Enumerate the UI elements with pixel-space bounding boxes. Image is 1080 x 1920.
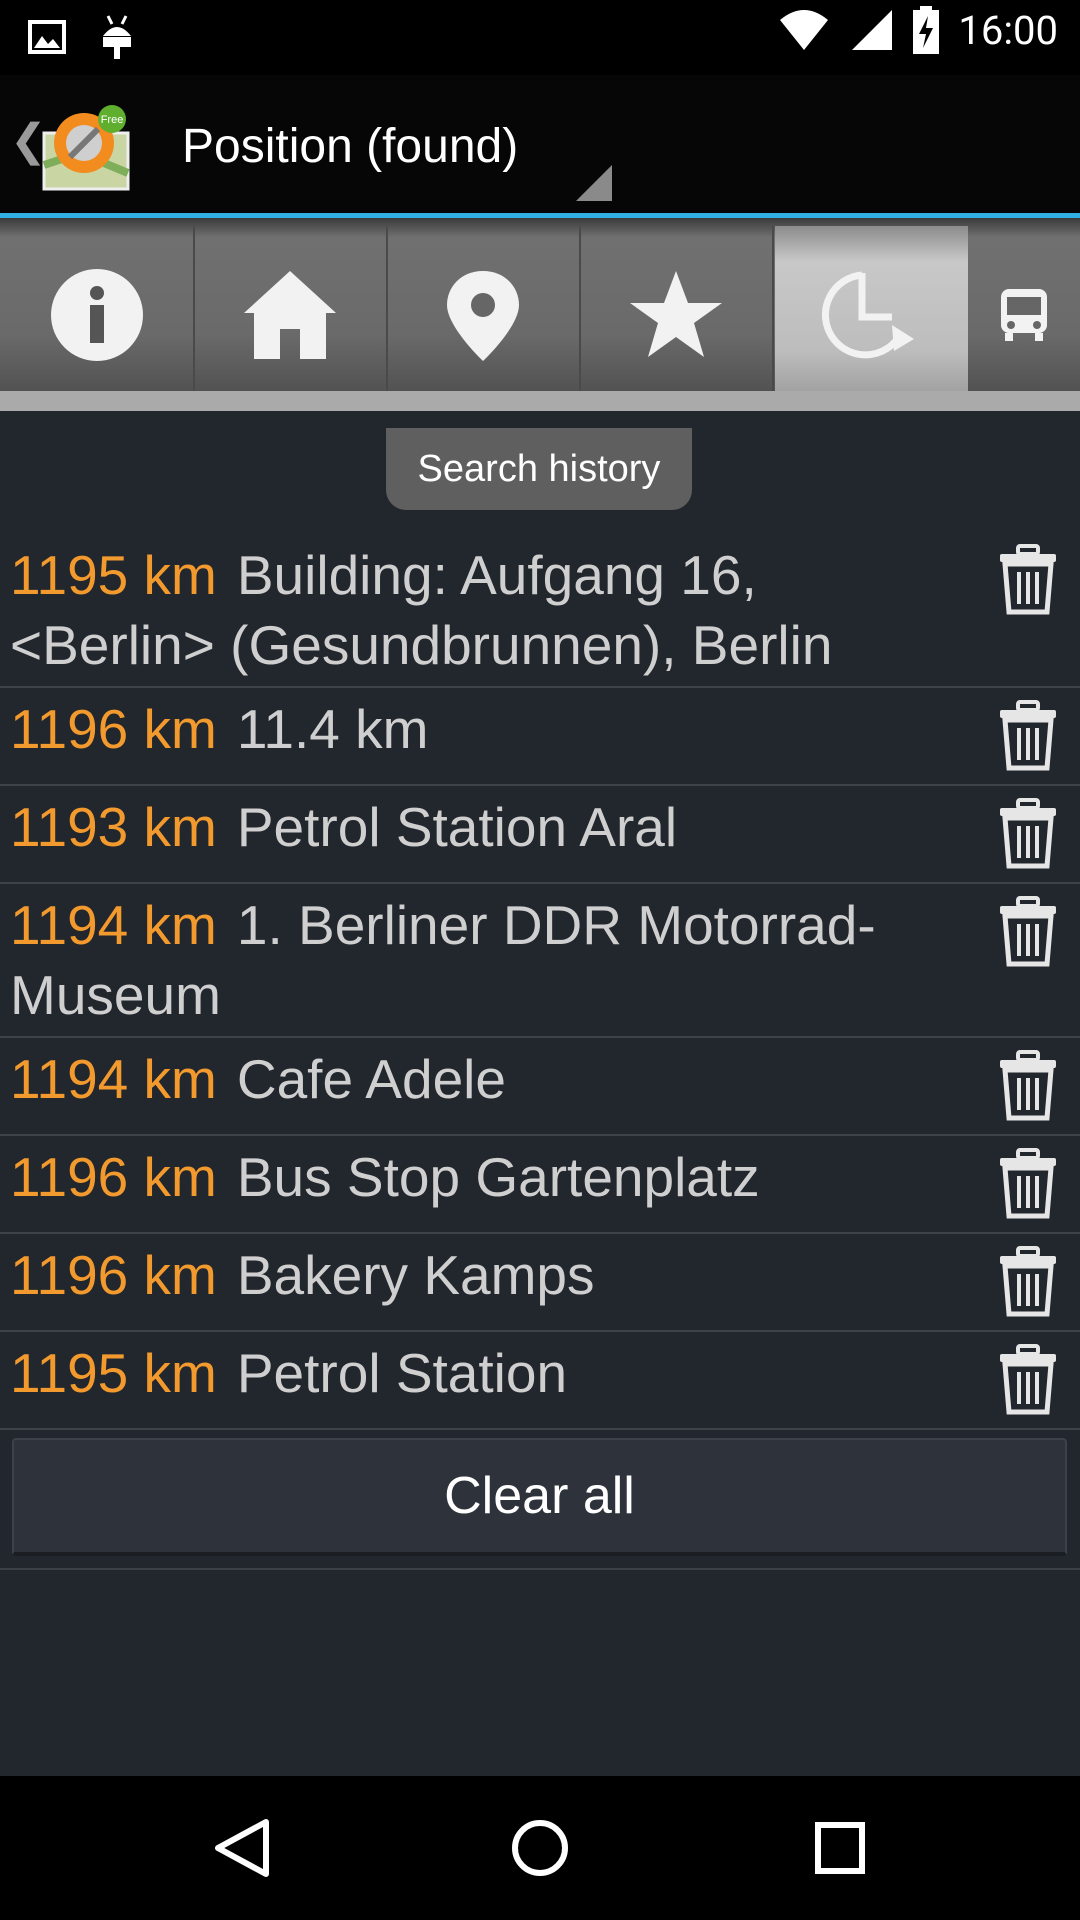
recents-icon[interactable] (812, 1816, 868, 1880)
spinner-dropdown-indicator[interactable] (576, 165, 612, 201)
delete-trash-icon[interactable] (996, 1246, 1060, 1318)
tab-places[interactable] (386, 226, 581, 404)
tab-transport[interactable] (968, 226, 1080, 404)
delete-trash-icon[interactable] (996, 896, 1060, 968)
map-pin-icon (446, 271, 519, 361)
home-icon (243, 271, 336, 359)
delete-trash-icon[interactable] (996, 798, 1060, 870)
status-clock: 16:00 (958, 6, 1058, 54)
app-free-badge: Free (101, 114, 124, 126)
history-distance: 1196 km (10, 1146, 217, 1208)
delete-trash-icon[interactable] (996, 1050, 1060, 1122)
delete-trash-icon[interactable] (996, 1148, 1060, 1220)
history-distance: 1195 km (10, 1342, 217, 1404)
delete-trash-icon[interactable] (996, 544, 1060, 616)
history-distance: 1194 km (10, 894, 217, 956)
history-row[interactable]: 1196 km Bakery Kamps (0, 1234, 1080, 1332)
battery-charging-icon (913, 6, 940, 54)
history-place-name: Petrol Station (236, 1342, 568, 1404)
history-place-name: Petrol Station Aral (236, 796, 678, 858)
info-icon (50, 269, 143, 361)
history-distance: 1196 km (10, 1244, 217, 1306)
search-history-list: 1195 km Building: Aufgang 16, <Berlin> (G… (0, 534, 1080, 1430)
android-debug-icon (103, 15, 131, 59)
tab-tooltip: Search history (386, 428, 692, 510)
tab-bar (0, 218, 1080, 411)
clear-all-button[interactable]: Clear all (12, 1438, 1067, 1556)
history-distance: 1195 km (10, 544, 217, 606)
search-history-icon (821, 271, 914, 359)
image-icon (28, 20, 66, 54)
history-distance: 1194 km (10, 1048, 217, 1110)
tab-home[interactable] (193, 226, 388, 404)
history-distance: 1196 km (10, 698, 217, 760)
history-row[interactable]: 1196 km 11.4 km (0, 688, 1080, 786)
home-nav-icon[interactable] (510, 1816, 570, 1880)
history-place-name: Cafe Adele (236, 1048, 506, 1110)
history-place-name: Bus Stop Gartenplatz (236, 1146, 760, 1208)
signal-icon (852, 10, 893, 50)
history-row[interactable]: 1195 km Building: Aufgang 16, <Berlin> (G… (0, 534, 1080, 688)
tab-info[interactable] (0, 226, 195, 404)
history-row[interactable]: 1196 km Bus Stop Gartenplatz (0, 1136, 1080, 1234)
bus-icon (1001, 289, 1047, 341)
system-nav-bar (0, 1776, 1080, 1920)
history-row[interactable]: 1194 km Cafe Adele (0, 1038, 1080, 1136)
action-bar: ❮ Free Position (found) (0, 75, 1080, 215)
tab-favorites[interactable] (579, 226, 774, 404)
history-distance: 1193 km (10, 796, 217, 858)
back-icon[interactable] (212, 1816, 272, 1880)
history-place-name: Bakery Kamps (236, 1244, 595, 1306)
delete-trash-icon[interactable] (996, 1344, 1060, 1416)
status-bar: 16:00 (0, 0, 1080, 75)
location-spinner-title[interactable]: Position (found) (182, 119, 518, 174)
history-row[interactable]: 1193 km Petrol Station Aral (0, 786, 1080, 884)
tab-bar-base (0, 391, 1080, 411)
divider (0, 1568, 1080, 1570)
star-icon (629, 271, 722, 357)
app-logo-icon[interactable]: Free (40, 103, 132, 193)
history-row[interactable]: 1194 km 1. Berliner DDR Motorrad-Museum (0, 884, 1080, 1038)
history-place-name: 11.4 km (236, 698, 429, 760)
tab-search-history[interactable] (775, 226, 968, 404)
wifi-icon (780, 10, 829, 50)
history-row[interactable]: 1195 km Petrol Station (0, 1332, 1080, 1430)
delete-trash-icon[interactable] (996, 700, 1060, 772)
